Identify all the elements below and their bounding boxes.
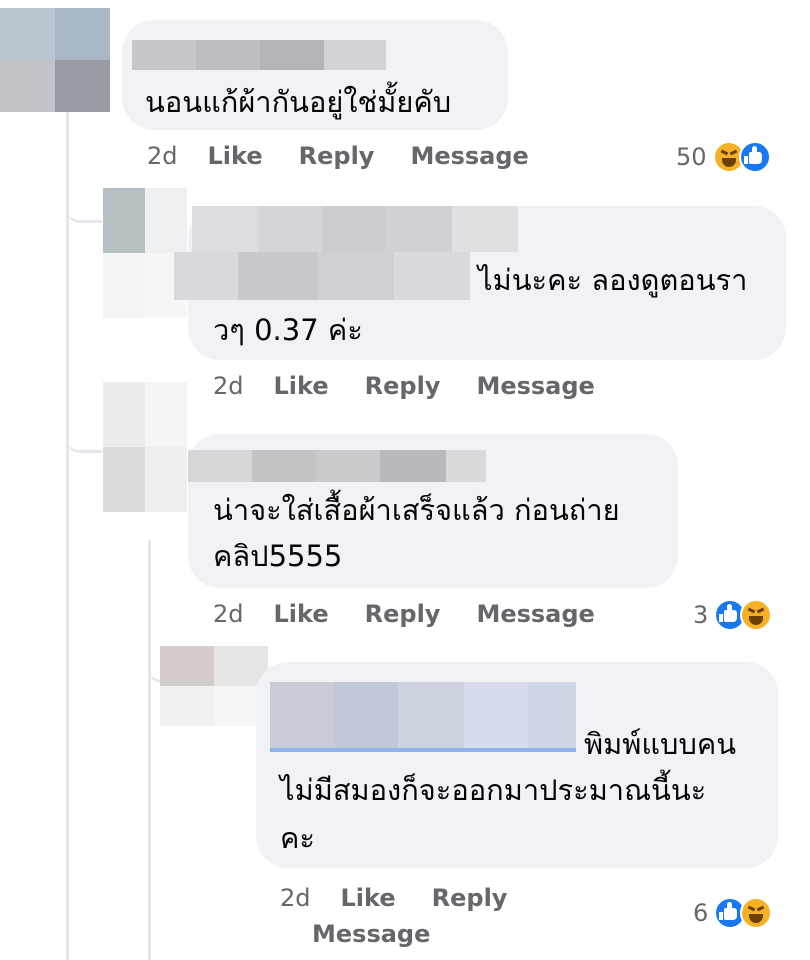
like-button[interactable]: Like: [208, 142, 263, 170]
like-reaction-icon: [738, 141, 771, 173]
comment-text: คะ: [280, 821, 315, 855]
commenter-name-blurred[interactable]: [192, 206, 518, 252]
message-button[interactable]: Message: [312, 916, 430, 952]
timestamp[interactable]: 2d: [213, 600, 244, 628]
reaction-count: 6: [693, 899, 709, 927]
thread-line-main: [66, 112, 69, 960]
tagged-name-blurred[interactable]: [174, 252, 470, 300]
reply-button[interactable]: Reply: [299, 142, 375, 170]
commenter-name-blurred[interactable]: [270, 682, 576, 752]
like-button[interactable]: Like: [274, 372, 329, 400]
comment-text: พิมพ์แบบคน: [584, 727, 737, 761]
like-button[interactable]: Like: [341, 880, 396, 916]
message-button[interactable]: Message: [410, 142, 528, 170]
tagged-name-underline: [270, 748, 576, 752]
reply-button[interactable]: Reply: [432, 880, 508, 916]
thread-line-nested: [148, 540, 151, 960]
reaction-summary[interactable]: 6: [693, 897, 773, 929]
haha-icon: [740, 897, 773, 929]
avatar[interactable]: [103, 382, 187, 512]
reply-button[interactable]: Reply: [365, 372, 441, 400]
timestamp[interactable]: 2d: [280, 880, 311, 916]
comment-text: ไม่นะคะ ลองดูตอนรา: [478, 263, 748, 297]
message-button[interactable]: Message: [476, 600, 594, 628]
comment-actions: 2d Like Reply Message: [280, 880, 540, 952]
avatar[interactable]: [160, 646, 268, 726]
comment-actions: 2d Like Reply Message: [147, 142, 565, 170]
timestamp[interactable]: 2d: [213, 372, 244, 400]
timestamp[interactable]: 2d: [147, 142, 178, 170]
comment-text: นอนแก้ผ้ากันอยู่ใช่มั้ยคับ: [145, 85, 452, 119]
comment-text: วๆ 0.37 ค่ะ: [213, 313, 363, 347]
comment-text: น่าจะใส่เสื้อผ้าเสร็จแล้ว ก่อนถ่าย: [213, 493, 620, 527]
haha-icon: [740, 599, 773, 631]
comment-actions: 2d Like Reply Message: [213, 372, 631, 400]
comment-text: ไม่มีสมองก็จะออกมาประมาณนี้นะ: [280, 773, 707, 807]
reaction-count: 3: [693, 601, 709, 629]
avatar[interactable]: [0, 8, 110, 112]
comment-actions: 2d Like Reply Message: [213, 600, 631, 628]
reaction-count: 50: [676, 143, 707, 171]
comment-text: คลิป5555: [213, 539, 343, 573]
reply-button[interactable]: Reply: [365, 600, 441, 628]
commenter-name-blurred[interactable]: [132, 40, 386, 70]
commenter-name-blurred[interactable]: [188, 450, 486, 482]
reaction-summary[interactable]: 50: [676, 141, 771, 173]
like-button[interactable]: Like: [274, 600, 329, 628]
thread-connector-reply-1: [66, 170, 102, 223]
message-button[interactable]: Message: [476, 372, 594, 400]
thread-connector-reply-2: [66, 400, 102, 453]
reaction-summary[interactable]: 3: [693, 599, 773, 631]
